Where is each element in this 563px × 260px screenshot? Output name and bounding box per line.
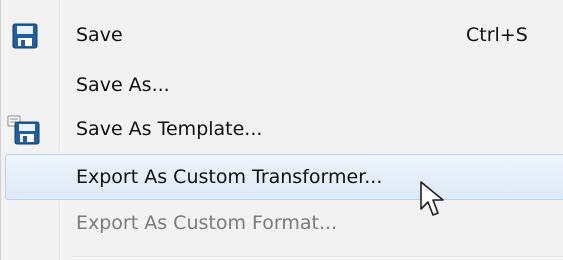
floppy-disk-template-icon — [7, 115, 40, 145]
menu-bottom-separator — [71, 256, 563, 258]
menu-item-save-as-template[interactable]: Save As Template... — [1, 106, 563, 152]
context-menu: Save Ctrl+S Save As... Save As Template.… — [0, 0, 563, 260]
menu-item-save-as-template-label: Save As Template... — [76, 118, 263, 140]
menu-item-save[interactable]: Save Ctrl+S — [1, 12, 563, 58]
menu-item-export-as-custom-format-label: Export As Custom Format... — [76, 212, 338, 234]
menu-item-save-shortcut: Ctrl+S — [466, 24, 528, 46]
menu-item-export-as-custom-format: Export As Custom Format... — [1, 200, 563, 246]
menu-item-export-as-custom-transformer-label: Export As Custom Transformer... — [76, 166, 383, 188]
menu-item-save-as[interactable]: Save As... — [1, 62, 563, 108]
menu-item-save-label: Save — [76, 24, 123, 46]
menu-item-save-as-label: Save As... — [76, 74, 170, 96]
floppy-disk-icon — [12, 23, 38, 49]
menu-item-export-as-custom-transformer[interactable]: Export As Custom Transformer... — [5, 154, 563, 200]
